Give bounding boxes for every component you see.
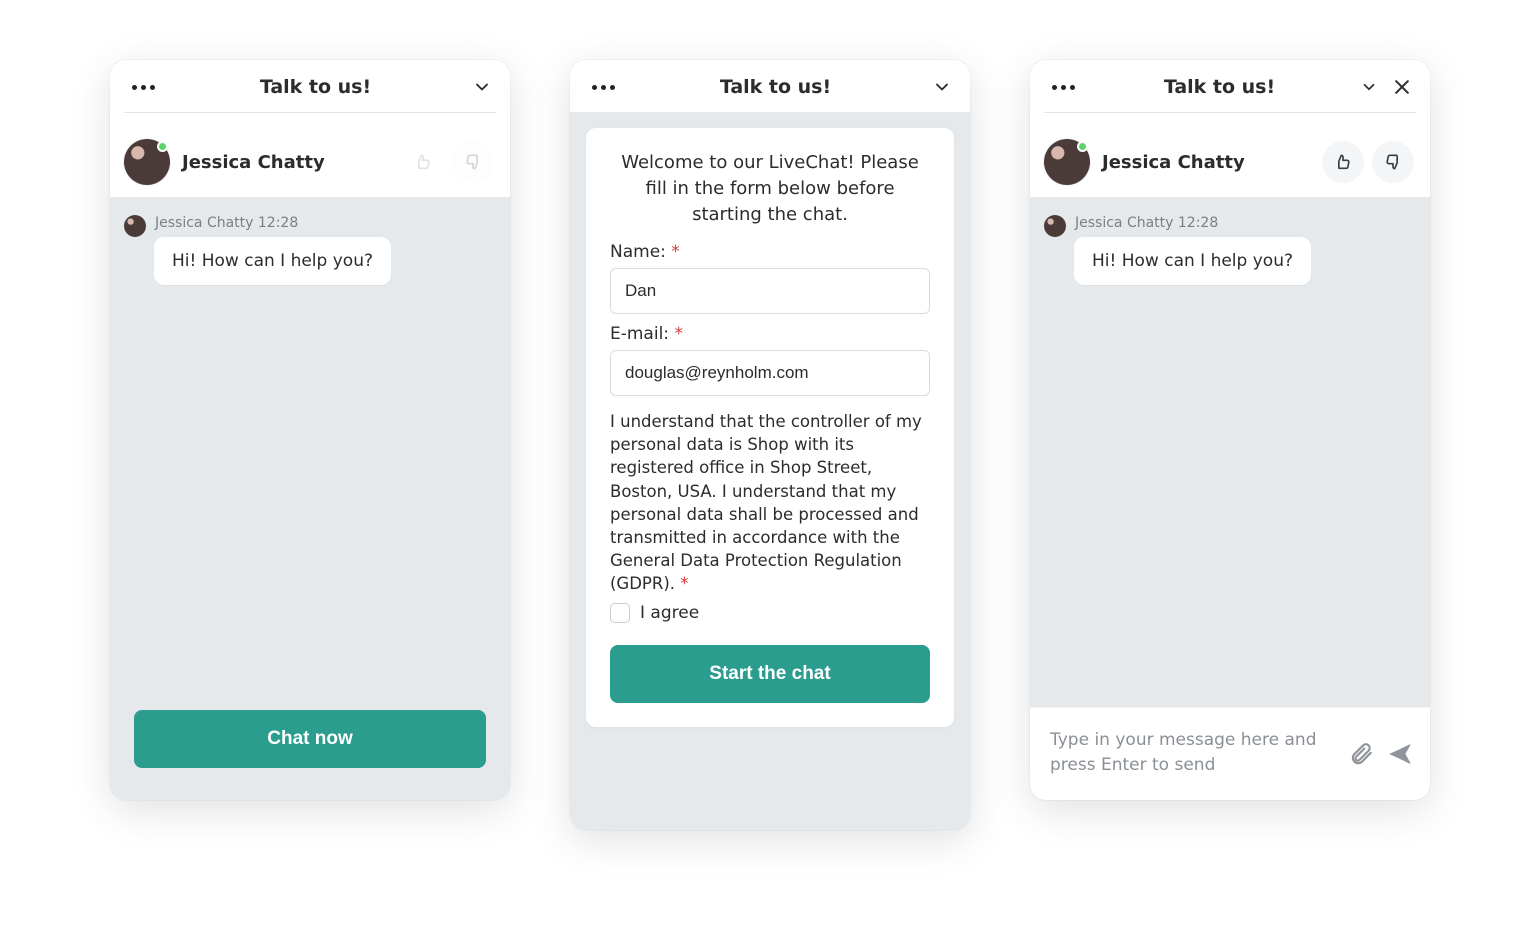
agent-avatar [1044, 139, 1090, 185]
message-avatar [124, 215, 146, 237]
message-bubble: Hi! How can I help you? [154, 237, 391, 285]
message-meta: Jessica Chatty 12:28 [154, 215, 391, 231]
thumbs-down-button[interactable] [1372, 141, 1414, 183]
thumbs-up-button[interactable] [1322, 141, 1364, 183]
chevron-down-icon[interactable] [932, 77, 952, 97]
email-label: E-mail: * [610, 324, 930, 344]
divider [1044, 112, 1416, 113]
message-bubble: Hi! How can I help you? [1074, 237, 1311, 285]
chat-now-button[interactable]: Chat now [134, 710, 486, 768]
chat-widget-live: Talk to us! Jessica Chatty [1030, 60, 1430, 800]
thumbs-down-button[interactable] [452, 141, 494, 183]
message-composer [1030, 707, 1430, 800]
message-avatar [1044, 215, 1066, 237]
online-status-dot [1077, 141, 1088, 152]
attach-icon[interactable] [1348, 741, 1374, 767]
widget-title: Talk to us! [260, 76, 371, 98]
widget-title: Talk to us! [1164, 76, 1275, 98]
widget-header: Talk to us! [110, 60, 510, 127]
widget-header: Talk to us! [1030, 60, 1430, 127]
thumbs-up-button[interactable] [402, 141, 444, 183]
message-meta: Jessica Chatty 12:28 [1074, 215, 1311, 231]
form-intro: Welcome to our LiveChat! Please fill in … [610, 150, 930, 228]
email-input[interactable] [610, 350, 930, 396]
more-icon[interactable] [128, 81, 159, 94]
agent-avatar [124, 139, 170, 185]
chat-body: Jessica Chatty 12:28 Hi! How can I help … [110, 197, 510, 800]
chat-body: Jessica Chatty 12:28 Hi! How can I help … [1030, 197, 1430, 707]
message-row: Jessica Chatty 12:28 Hi! How can I help … [1044, 215, 1416, 285]
agree-label: I agree [640, 603, 699, 623]
chat-widget-form: Talk to us! Welcome to our LiveChat! Ple… [570, 60, 970, 830]
start-chat-button[interactable]: Start the chat [610, 645, 930, 703]
agent-name: Jessica Chatty [182, 152, 325, 173]
chevron-down-icon[interactable] [472, 77, 492, 97]
widget-title: Talk to us! [720, 76, 831, 98]
prechat-form: Welcome to our LiveChat! Please fill in … [586, 128, 954, 727]
chevron-down-icon[interactable] [1360, 78, 1378, 96]
agree-checkbox[interactable] [610, 603, 630, 623]
message-input[interactable] [1048, 726, 1334, 782]
message-row: Jessica Chatty 12:28 Hi! How can I help … [124, 215, 496, 285]
chat-widget-preview: Talk to us! Jessica Chatty [110, 60, 510, 800]
name-label: Name: * [610, 242, 930, 262]
more-icon[interactable] [588, 81, 619, 94]
online-status-dot [157, 141, 168, 152]
more-icon[interactable] [1048, 81, 1079, 94]
agent-bar: Jessica Chatty [1030, 127, 1430, 197]
divider [124, 112, 496, 113]
agent-name: Jessica Chatty [1102, 152, 1245, 173]
name-input[interactable] [610, 268, 930, 314]
agent-bar: Jessica Chatty [110, 127, 510, 197]
close-icon[interactable] [1392, 77, 1412, 97]
send-icon[interactable] [1386, 741, 1414, 767]
legal-text: I understand that the controller of my p… [610, 410, 930, 595]
widget-header: Talk to us! [570, 60, 970, 112]
